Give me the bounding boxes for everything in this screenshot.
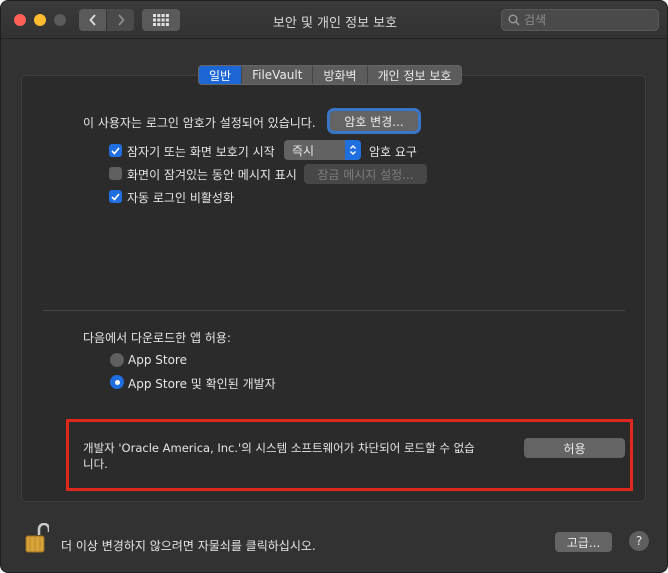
downloads-heading: 다음에서 다운로드한 앱 허용: (83, 331, 231, 345)
disable-autologin-label: 자동 로그인 비활성화 (127, 191, 234, 205)
title-bar: 보안 및 개인 정보 보호 (1, 1, 667, 39)
require-password-checkbox[interactable] (109, 144, 122, 157)
section-divider (43, 310, 625, 311)
tab-filevault[interactable]: FileVault (242, 66, 314, 84)
radio-app-store-and-identified[interactable] (110, 375, 124, 389)
tab-privacy[interactable]: 개인 정보 보호 (368, 66, 462, 84)
allow-button[interactable]: 허용 (524, 438, 625, 458)
lock-hint-text: 더 이상 변경하지 않으려면 자물쇠를 클릭하십시오. (61, 539, 316, 553)
checkmark-icon (111, 146, 120, 155)
radio-app-store-label: App Store (128, 353, 187, 367)
select-value: 즉시 (292, 143, 315, 158)
radio-app-store[interactable] (110, 353, 124, 367)
require-password-delay-select[interactable]: 즉시 (284, 140, 361, 160)
search-input[interactable] (524, 13, 644, 27)
lock-button[interactable] (25, 522, 51, 558)
require-password-suffix: 암호 요구 (369, 145, 417, 159)
show-message-label: 화면이 잠겨있는 동안 메시지 표시 (127, 168, 297, 182)
search-field[interactable] (501, 9, 659, 31)
password-set-text: 이 사용자는 로그인 암호가 설정되어 있습니다. (83, 116, 316, 130)
checkmark-icon (111, 192, 120, 201)
help-button[interactable]: ? (629, 531, 649, 551)
disable-autologin-checkbox[interactable] (109, 190, 122, 203)
tab-general[interactable]: 일반 (199, 66, 243, 84)
radio-app-store-and-identified-label: App Store 및 확인된 개발자 (128, 377, 276, 391)
lock-message-button[interactable]: 잠금 메시지 설정... (304, 164, 427, 184)
require-password-label: 잠자기 또는 화면 보호기 시작 (127, 145, 275, 159)
advanced-button[interactable]: 고급... (555, 532, 612, 552)
preferences-window: 보안 및 개인 정보 보호 일반 FileVault 방화벽 개인 정보 보호 … (0, 0, 668, 573)
unlocked-padlock-icon (25, 522, 51, 553)
tab-firewall[interactable]: 방화벽 (313, 66, 368, 84)
change-password-button[interactable]: 암호 변경... (330, 111, 418, 131)
search-icon (508, 14, 520, 26)
tab-bar: 일반 FileVault 방화벽 개인 정보 보호 (198, 65, 463, 85)
blocked-message-line2: 니다. (83, 457, 108, 471)
updown-arrows-icon (345, 140, 361, 160)
show-message-checkbox[interactable] (109, 167, 122, 180)
blocked-message-line1: 개발자 'Oracle America, Inc.'의 시스템 소프트웨어가 차… (83, 441, 475, 455)
